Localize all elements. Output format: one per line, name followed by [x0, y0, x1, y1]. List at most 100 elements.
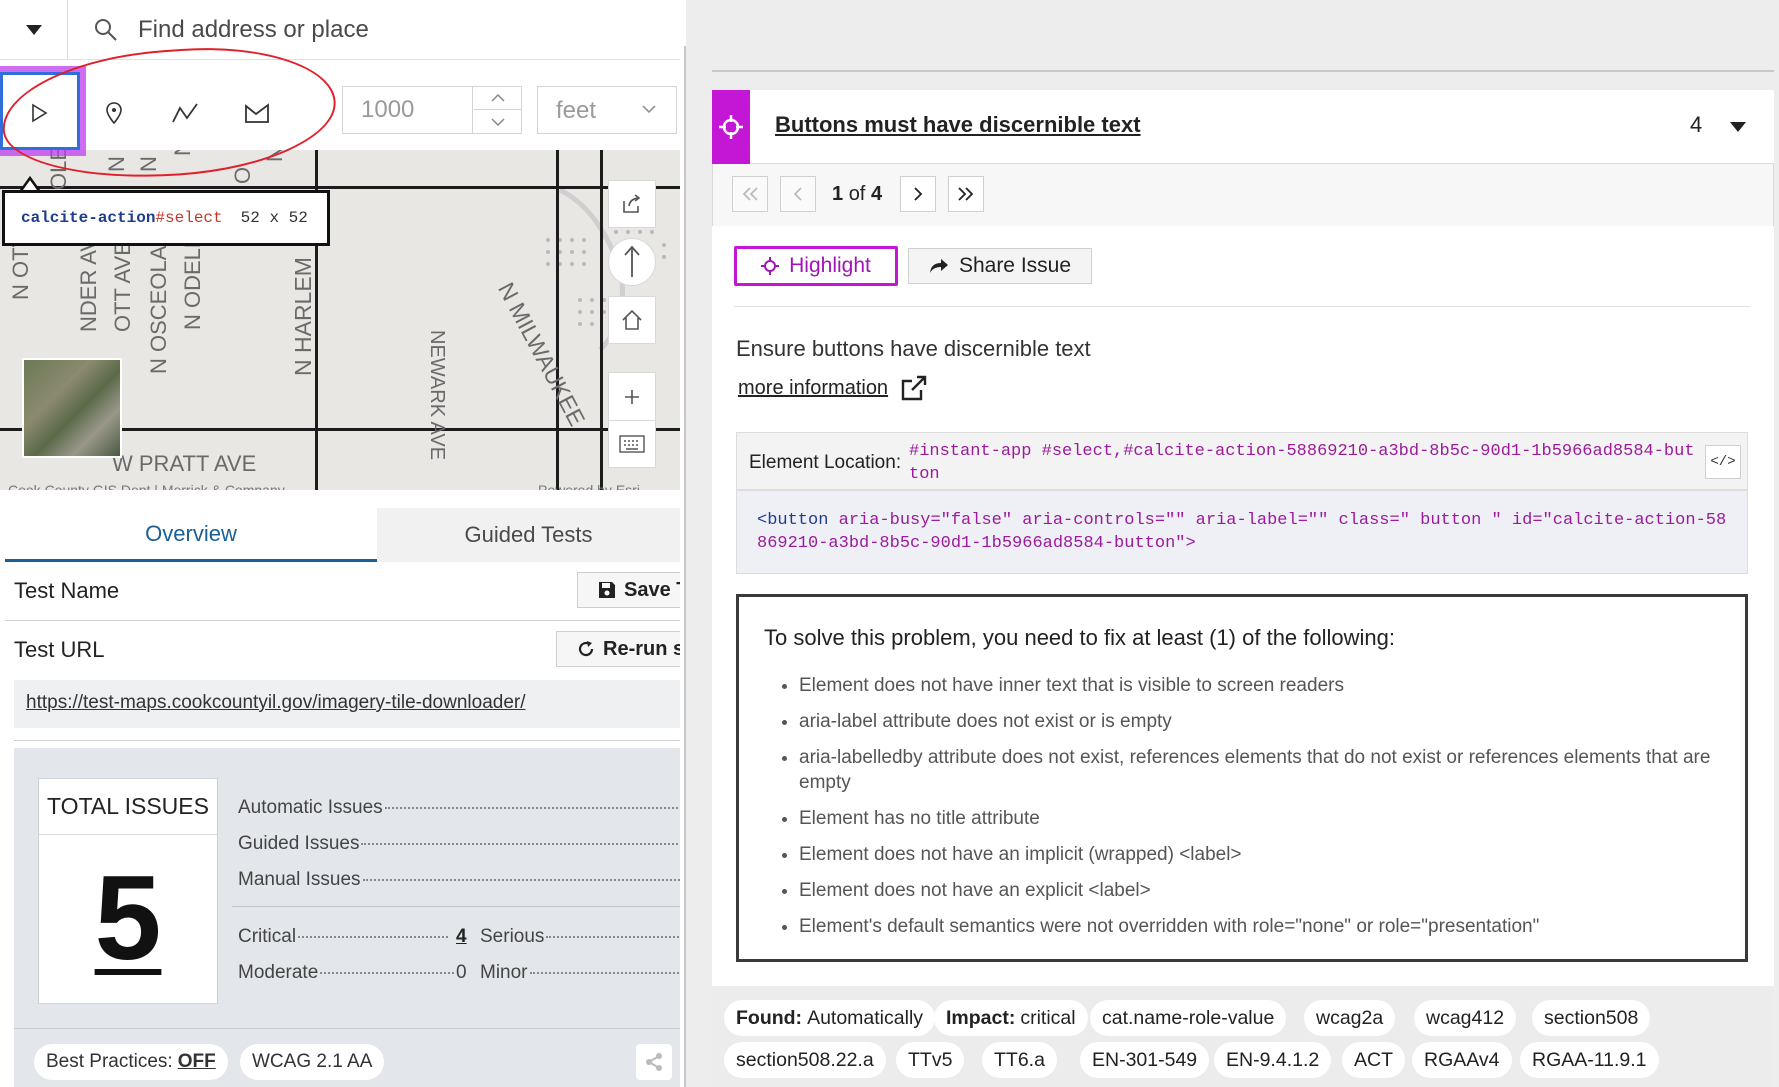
test-url-field: https://test-maps.cookcountyil.gov/image…: [14, 680, 680, 728]
street-label: N HARLEM: [290, 257, 316, 376]
rule-tag: wcag412: [1414, 1000, 1517, 1036]
tab-guided-tests[interactable]: Guided Tests: [377, 508, 680, 562]
share-nodes-icon: [646, 1053, 662, 1071]
pager-status: 1 of 4: [832, 183, 882, 206]
chevron-down-icon: [642, 105, 656, 113]
code-toggle-button[interactable]: </>: [1705, 445, 1741, 479]
rule-tag: cat.name-role-value: [1090, 1000, 1287, 1036]
decrement-button[interactable]: [474, 110, 522, 133]
tab-overview[interactable]: Overview: [5, 508, 377, 562]
keyboard-icon: [619, 435, 645, 453]
chevron-down-icon: [491, 117, 505, 126]
refresh-icon: [578, 641, 594, 657]
fix-item: Element has no title attribute: [799, 806, 1719, 831]
divider: [5, 620, 680, 621]
rerun-scan-button[interactable]: Re-run s: [556, 631, 680, 667]
fix-item: Element does not have inner text that is…: [799, 673, 1719, 698]
pager-of: of: [848, 183, 866, 205]
increment-button[interactable]: [474, 87, 522, 110]
found-tag: Found: Automatically: [724, 1000, 936, 1036]
impact-label: Impact:: [946, 1006, 1016, 1029]
pager-total: 4: [870, 183, 883, 205]
guided-issues-row: Guided Issues: [238, 833, 680, 855]
fix-item: Element does not have an implicit (wrapp…: [799, 842, 1719, 867]
distance-input[interactable]: [343, 87, 473, 133]
first-page-button[interactable]: [732, 176, 768, 212]
share-map-button[interactable]: [608, 180, 656, 228]
tooltip-tag: calcite-action: [21, 209, 156, 227]
double-chevron-left-icon: [742, 187, 758, 201]
rule-tag: EN-9.4.1.2: [1214, 1042, 1332, 1078]
search-input[interactable]: [88, 12, 648, 48]
issue-description: Ensure buttons have discernible text: [736, 336, 1091, 361]
rule-tag: section508.22.a: [724, 1042, 886, 1078]
street-label: OTT AVE: [110, 241, 135, 332]
issue-title[interactable]: Buttons must have discernible text: [775, 112, 1141, 138]
rule-tag: RGAAv4: [1412, 1042, 1512, 1078]
map-app-pane: feet N OTT OLE N N N O N ND: [0, 0, 680, 1087]
previous-page-button[interactable]: [780, 176, 816, 212]
total-issues-count[interactable]: 5: [39, 849, 217, 987]
minor-row: Minor: [480, 962, 680, 984]
issue-count: 4: [1690, 112, 1703, 137]
search-bar: [0, 0, 680, 60]
more-information-link[interactable]: more information: [738, 375, 928, 401]
test-name-label: Test Name: [14, 578, 120, 603]
save-test-button[interactable]: Save T: [577, 572, 680, 608]
best-practices-toggle[interactable]: Best Practices: OFF: [34, 1044, 228, 1080]
share-issue-button[interactable]: Share Issue: [908, 248, 1092, 284]
highlight-button[interactable]: Highlight: [734, 246, 898, 286]
issue-tags: Found: Automatically Impact: critical cat.…: [712, 986, 1774, 1087]
automatic-issues-row: Automatic Issues: [238, 797, 680, 819]
moderate-label: Moderate: [238, 962, 319, 983]
moderate-count: 0: [456, 962, 467, 983]
serious-label: Serious: [480, 926, 545, 947]
element-location-box: Element Location: #instant-app #select,#…: [736, 432, 1748, 490]
issue-drag-handle[interactable]: [712, 90, 750, 164]
total-issues-card: TOTAL ISSUES 5: [38, 778, 218, 1004]
street-label: W PRATT AVE: [112, 451, 257, 476]
save-icon: [599, 582, 615, 598]
zoom-in-button[interactable]: [608, 372, 656, 420]
units-select[interactable]: feet: [537, 86, 677, 134]
found-value: Automatically: [807, 1006, 924, 1029]
best-practices-value: OFF: [177, 1051, 216, 1072]
share-icon: [623, 194, 641, 213]
rule-tag: wcag2a: [1304, 1000, 1396, 1036]
rule-tag: ACT: [1342, 1042, 1405, 1078]
street-label: O: [230, 166, 255, 184]
total-issues-title: TOTAL ISSUES: [39, 779, 217, 835]
compass-button[interactable]: [608, 238, 656, 286]
plus-icon: [625, 389, 639, 404]
north-arrow-icon: [624, 245, 640, 277]
serious-row: Serious: [480, 926, 680, 948]
next-page-button[interactable]: [900, 176, 936, 212]
expand-chevron-icon[interactable]: [1730, 122, 1746, 132]
critical-count[interactable]: 4: [456, 926, 467, 948]
share-summary-button[interactable]: [636, 1044, 672, 1080]
street-label: NEWARK AVE: [426, 330, 448, 461]
tab-bar: Overview Guided Tests: [0, 508, 680, 562]
rule-tag: TTv5: [896, 1042, 965, 1078]
best-practices-label: Best Practices:: [46, 1051, 173, 1072]
distance-stepper[interactable]: [342, 86, 522, 134]
automatic-issues-label: Automatic Issues: [238, 797, 383, 818]
fix-title: To solve this problem, you need to fix a…: [764, 625, 1395, 650]
share-arrow-icon: [929, 259, 948, 273]
menu-toggle-button[interactable]: [0, 0, 68, 60]
home-icon: [622, 309, 642, 330]
rerun-button-label: Re-run s: [603, 637, 680, 660]
pager-current: 1: [832, 183, 844, 205]
units-value: feet: [556, 97, 597, 124]
found-label: Found:: [736, 1006, 803, 1029]
issues-summary: TOTAL ISSUES 5 Automatic Issues Guided I…: [14, 748, 680, 1087]
chevron-left-icon: [793, 187, 802, 201]
last-page-button[interactable]: [948, 176, 984, 212]
fix-item: aria-labelledby attribute does not exist…: [799, 745, 1719, 795]
crosshair-icon: [719, 115, 743, 139]
home-button[interactable]: [608, 296, 656, 344]
basemap-toggle-thumbnail[interactable]: [22, 358, 122, 458]
test-url-link[interactable]: https://test-maps.cookcountyil.gov/image…: [26, 692, 526, 713]
keyboard-button[interactable]: [608, 420, 656, 468]
manual-issues-row: Manual Issues: [238, 869, 680, 891]
